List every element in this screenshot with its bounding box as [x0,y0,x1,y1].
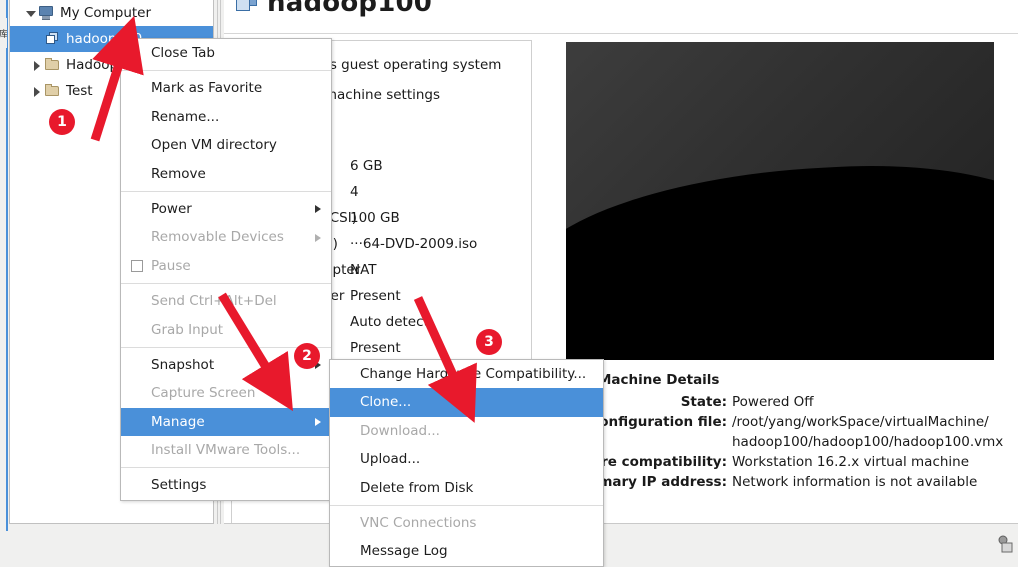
chevron-down-icon[interactable] [24,6,38,20]
submenu-item-upload[interactable]: Upload... [330,445,603,473]
vm-header: hadoop100 [224,0,1018,34]
header-divider [224,33,1018,34]
manage-submenu[interactable]: Change Hardware Compatibility... Clone..… [329,359,604,567]
detail-value: /root/yang/workSpace/virtualMachine/ had… [732,412,1003,452]
menu-item-label: Removable Devices [151,229,284,246]
submenu-arrow-icon [315,205,321,214]
vm-icon [236,0,258,13]
vm-preview-column: Virtual Machine Details State: Powered O… [542,40,1008,524]
menu-item-power[interactable]: Power [121,195,331,223]
left-accent-line [6,0,8,531]
library-pane-footer [9,524,214,555]
device-value: 4 [350,184,359,200]
detail-row-config-file: Configuration file: /root/yang/workSpace… [542,412,1008,452]
menu-item-label: Power [151,200,192,217]
device-value: ···64-DVD-2009.iso [350,236,478,252]
menu-separator [330,504,603,506]
submenu-item-download: Download... [360,422,440,439]
menu-item-mark-as-favorite[interactable]: Mark as Favorite [121,74,331,102]
submenu-arrow-icon [315,233,321,242]
annotation-badge-2: 2 [294,343,320,369]
tree-item-my-computer[interactable]: My Computer [10,0,213,26]
detail-value-line2: hadoop100/hadoop100/hadoop100.vmx [732,434,1004,450]
device-value: Present [350,288,401,304]
device-value: Auto detect [350,314,429,330]
page-title-text: hadoop100 [267,0,433,18]
submenu-item-change-hardware-compatibility[interactable]: Change Hardware Compatibility... [330,360,603,388]
submenu-arrow-icon [315,417,321,426]
menu-separator [121,190,331,192]
menu-item-settings[interactable]: Settings [121,471,331,499]
device-value: NAT [350,262,377,278]
vm-screen-thumbnail[interactable] [566,42,994,360]
chevron-right-icon[interactable] [30,84,44,98]
menu-item-label: Snapshot [151,356,215,373]
menu-separator [121,70,331,72]
menu-item-removable-devices: Removable Devices [121,223,331,251]
vmware-workstation-window: 库 My Computer hadoop100 Hadoop Test hado… [0,0,1018,567]
annotation-badge-3: 3 [476,329,502,355]
checkbox-icon [131,259,143,272]
library-side-tab[interactable]: 库 [0,18,7,48]
annotation-badge-1: 1 [49,109,75,135]
menu-item-label: Pause [151,257,191,274]
device-value: Present [350,340,401,356]
menu-item-send-ctrl-alt-del: Send Ctrl+Alt+Del [151,293,277,310]
menu-item-manage[interactable]: Manage [121,407,331,437]
detail-row-hw-compat: Hardware compatibility: Workstation 16.2… [542,452,1008,472]
detail-value: Network information is not available [732,474,978,490]
detail-value: Powered Off [732,394,814,410]
submenu-item-vnc-connections: VNC Connections [360,514,477,531]
tree-item-label: My Computer [60,5,152,21]
submenu-item-delete-from-disk[interactable]: Delete from Disk [330,474,603,502]
vm-context-menu[interactable]: Close Tab Mark as Favorite Rename... Ope… [120,38,332,501]
menu-item-grab-input: Grab Input [151,321,224,338]
page-title: hadoop100 [236,0,432,18]
submenu-item-clone[interactable]: Clone... [330,388,603,417]
vm-icon [44,31,62,47]
device-value: 100 GB [350,210,400,226]
menu-item-capture-screen: Capture Screen [151,385,256,402]
menu-item-open-vm-directory[interactable]: Open VM directory [121,131,331,159]
detail-value-line1: /root/yang/workSpace/virtualMachine/ [732,414,989,430]
detail-value: Workstation 16.2.x virtual machine [732,454,970,470]
detail-row-state: State: Powered Off [542,392,1008,412]
folder-icon [44,83,62,99]
menu-item-remove[interactable]: Remove [121,160,331,188]
computer-icon [38,5,56,21]
menu-item-rename[interactable]: Rename... [121,103,331,131]
network-status-icon[interactable] [998,535,1014,553]
menu-separator [121,467,331,469]
menu-item-close-tab[interactable]: Close Tab [121,39,331,67]
vm-details-block: Virtual Machine Details State: Powered O… [542,372,1008,492]
folder-icon [44,57,62,73]
device-value: 6 GB [350,158,383,174]
tree-item-label: Hadoop [66,57,119,73]
menu-item-label: Manage [151,413,205,430]
menu-item-pause: Pause [121,252,331,280]
submenu-item-message-log[interactable]: Message Log [330,537,603,565]
left-edge-strip: 库 [0,0,8,531]
tree-item-label: Test [66,83,93,99]
detail-row-primary-ip: Primary IP address: Network information … [542,472,1008,492]
chevron-right-icon[interactable] [30,58,44,72]
menu-item-install-vmware-tools: Install VMware Tools... [151,442,301,459]
menu-separator [121,283,331,285]
vm-details-header: Virtual Machine Details [542,372,720,388]
